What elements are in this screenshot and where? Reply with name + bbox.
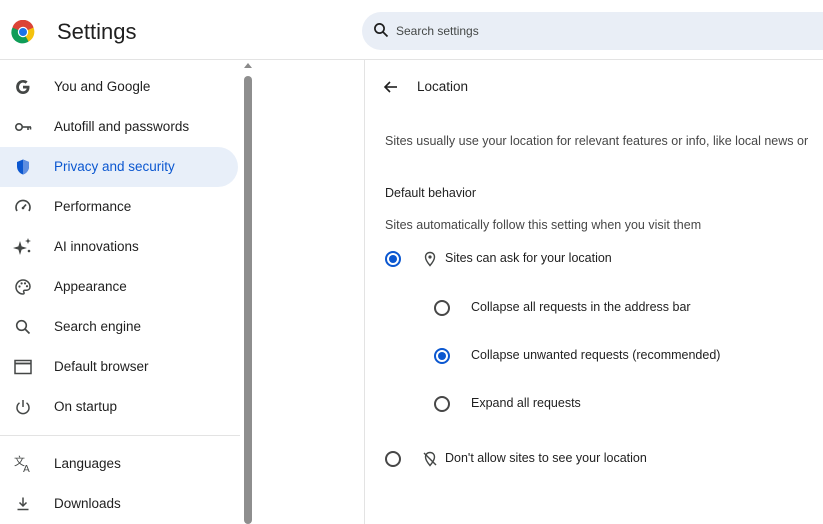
app-title: Settings: [57, 19, 137, 44]
sidebar-item-on-startup[interactable]: On startup: [0, 387, 238, 427]
sidebar-item-privacy-and-security[interactable]: Privacy and security: [0, 147, 238, 187]
translate-icon: 文A: [13, 454, 33, 474]
location-off-icon: [423, 451, 437, 467]
main-content: Location Sites usually use your location…: [254, 60, 823, 524]
power-icon: [13, 397, 33, 417]
collapse-unwanted-requests-radio[interactable]: [434, 348, 450, 364]
sidebar-item-default-browser[interactable]: Default browser: [0, 347, 238, 387]
sidebar-item-label: Downloads: [54, 496, 121, 511]
sidebar-item-autofill[interactable]: Autofill and passwords: [0, 107, 238, 147]
sidebar-item-label: Autofill and passwords: [54, 119, 190, 134]
sidebar-item-label: You and Google: [54, 79, 151, 94]
sidebar-item-label: Search engine: [54, 319, 142, 334]
scroll-up-arrow-icon[interactable]: [244, 63, 252, 68]
search-icon: [374, 23, 389, 38]
search-box[interactable]: [362, 12, 823, 50]
sidebar-item-you-and-google[interactable]: You and Google: [0, 67, 238, 107]
speedometer-icon: [13, 197, 33, 217]
allow-location-label: Sites can ask for your location: [445, 251, 612, 265]
sidebar-item-label: Appearance: [54, 279, 127, 294]
sidebar-item-label: Performance: [54, 199, 132, 214]
chrome-logo-icon: [11, 20, 35, 44]
sidebar-item-downloads[interactable]: Downloads: [0, 484, 238, 524]
block-location-label: Don't allow sites to see your location: [445, 451, 647, 465]
shield-icon: [13, 157, 33, 177]
page-title: Location: [417, 79, 469, 94]
svg-text:A: A: [23, 464, 30, 474]
sidebar-divider: [0, 435, 240, 436]
expand-all-requests-label: Expand all requests: [471, 396, 581, 410]
back-arrow-icon[interactable]: [381, 77, 401, 97]
scrollbar-thumb[interactable]: [244, 76, 252, 524]
download-icon: [13, 494, 33, 514]
key-icon: [13, 117, 33, 137]
sparkle-icon: [13, 237, 33, 257]
sidebar-item-label: AI innovations: [54, 239, 139, 254]
location-pin-icon: [424, 251, 436, 267]
google-g-icon: [13, 77, 33, 97]
search-icon: [13, 317, 33, 337]
browser-window-icon: [13, 357, 33, 377]
sidebar-item-label: Privacy and security: [54, 159, 175, 174]
allow-location-radio[interactable]: [385, 251, 401, 267]
palette-icon: [13, 277, 33, 297]
sidebar: You and Google Autofill and passwords Pr…: [0, 60, 242, 524]
default-behavior-heading: Default behavior: [385, 186, 477, 200]
expand-all-requests-radio[interactable]: [434, 396, 450, 412]
sidebar-item-performance[interactable]: Performance: [0, 187, 238, 227]
sidebar-item-label: On startup: [54, 399, 118, 414]
sidebar-item-languages[interactable]: 文A Languages: [0, 444, 238, 484]
top-bar: Settings: [0, 0, 823, 60]
search-input[interactable]: [396, 12, 816, 50]
page-description: Sites usually use your location for rele…: [385, 134, 809, 148]
default-behavior-subtitle: Sites automatically follow this setting …: [385, 218, 702, 232]
collapse-all-requests-radio[interactable]: [434, 300, 450, 316]
sidebar-item-ai-innovations[interactable]: AI innovations: [0, 227, 238, 267]
sidebar-item-label: Default browser: [54, 359, 149, 374]
sidebar-scrollbar[interactable]: [242, 60, 254, 524]
sidebar-item-label: Languages: [54, 456, 121, 471]
sidebar-item-search-engine[interactable]: Search engine: [0, 307, 238, 347]
block-location-radio[interactable]: [385, 451, 401, 467]
location-settings-card: Location Sites usually use your location…: [364, 60, 823, 524]
sidebar-item-appearance[interactable]: Appearance: [0, 267, 238, 307]
collapse-unwanted-requests-label: Collapse unwanted requests (recommended): [471, 348, 721, 362]
collapse-all-requests-label: Collapse all requests in the address bar: [471, 300, 691, 314]
